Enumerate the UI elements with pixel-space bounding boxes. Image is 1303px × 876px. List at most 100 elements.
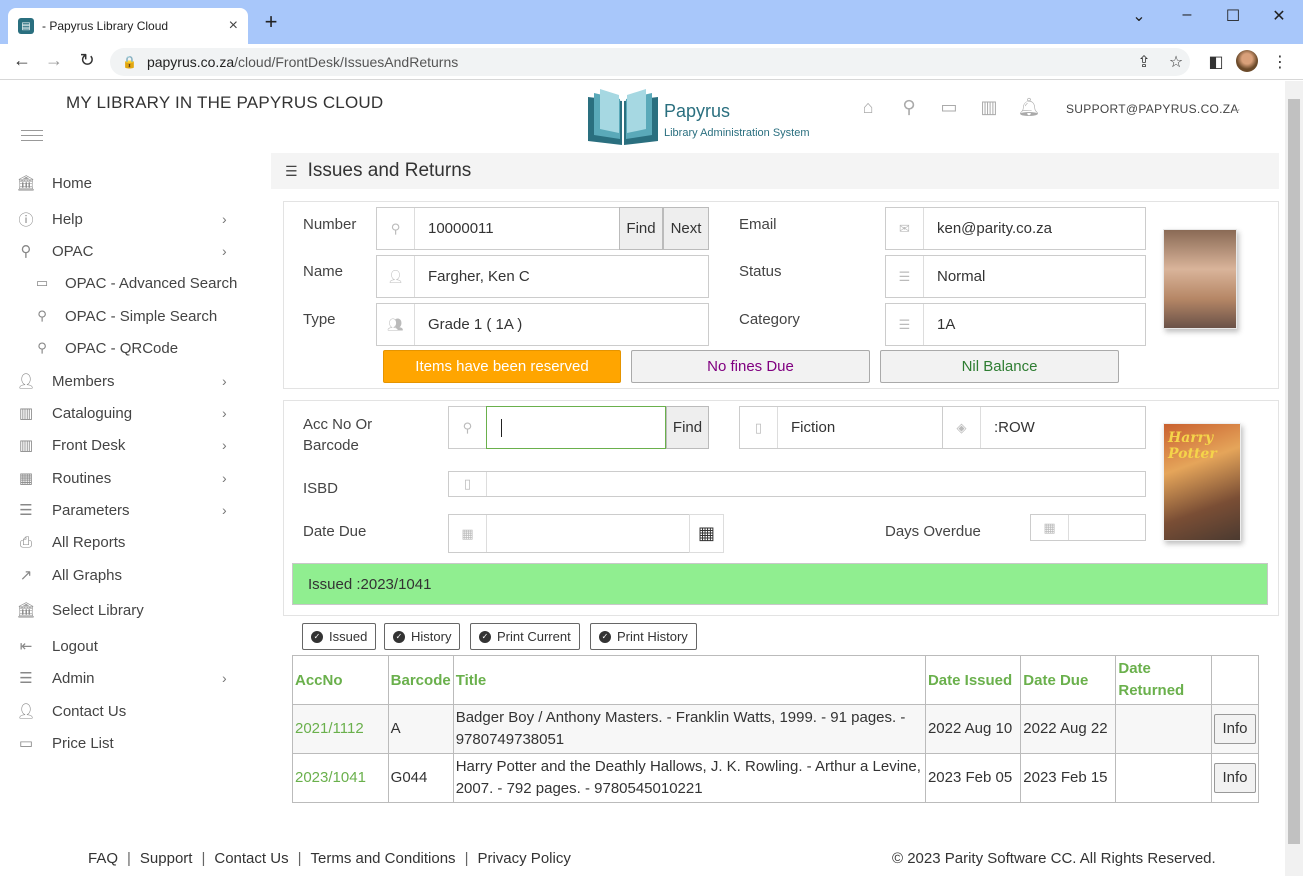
find-item-button[interactable]: Find xyxy=(666,406,709,449)
close-tab-icon[interactable]: × xyxy=(229,17,238,35)
info-button[interactable]: Info xyxy=(1213,714,1256,744)
forward-button[interactable]: → xyxy=(42,50,66,71)
calendar-picker-button[interactable]: ▦ xyxy=(689,514,724,553)
sidebar-item-all-reports[interactable]: ⎙ All Reports xyxy=(0,529,250,555)
isbd-field[interactable]: ▯ xyxy=(448,471,1146,497)
fines-status-button[interactable]: No fines Due xyxy=(631,350,870,383)
footer-link-privacy[interactable]: Privacy Policy xyxy=(477,850,570,867)
sidebar-item-members[interactable]: 👤︎ Members › xyxy=(0,368,250,394)
member-number-field[interactable]: ⚲ 10000011 xyxy=(376,207,620,250)
sidebar-item-opac-simple-search[interactable]: ⚲ OPAC - Simple Search xyxy=(32,303,250,329)
sidebar-item-help[interactable]: ⓘ Help › xyxy=(0,206,250,232)
sidebar-item-parameters[interactable]: ☰ Parameters › xyxy=(0,497,250,523)
reserved-items-button[interactable]: Items have been reserved xyxy=(383,350,621,383)
loans-table: AccNo Barcode Title Date Issued Date Due… xyxy=(292,655,1260,803)
bell-icon[interactable]: 🔔︎ xyxy=(1017,97,1041,118)
print-history-button[interactable]: ✓ Print History xyxy=(590,623,697,650)
issued-filter-button[interactable]: ✓ Issued xyxy=(302,623,377,650)
sidebar-item-opac-advanced-search[interactable]: ▭ OPAC - Advanced Search xyxy=(32,270,250,296)
separator: | xyxy=(297,850,302,867)
column-header-date-returned[interactable]: Date Returned xyxy=(1115,655,1212,705)
star-icon[interactable]: ☆ xyxy=(1166,52,1186,72)
sidebar-item-logout[interactable]: ⇤ Logout xyxy=(0,633,250,659)
sidebar-item-opac[interactable]: ⚲ OPAC › xyxy=(0,238,250,264)
member-status-field[interactable]: ☰ Normal xyxy=(885,255,1146,298)
url-path: /cloud/FrontDesk/IssuesAndReturns xyxy=(234,54,459,70)
check-circle-icon: ✓ xyxy=(599,630,611,643)
separator: | xyxy=(127,850,131,867)
calendar-icon: ▦ xyxy=(449,515,487,552)
separator: | xyxy=(201,850,206,867)
search-icon[interactable]: ⚲ xyxy=(897,97,921,118)
date-due-label: Date Due xyxy=(303,523,367,540)
sidebar-item-label: Cataloguing xyxy=(52,404,133,422)
footer-link-terms[interactable]: Terms and Conditions xyxy=(310,850,455,867)
sidebar-item-admin[interactable]: ☰ Admin › xyxy=(0,665,250,691)
page-scrollbar[interactable] xyxy=(1285,81,1303,876)
close-window-button[interactable]: ✕ xyxy=(1264,6,1294,26)
sidebar-item-cataloguing[interactable]: ▥ Cataloguing › xyxy=(0,400,250,426)
sidebar-item-front-desk[interactable]: ▥ Front Desk › xyxy=(0,432,250,458)
section-field[interactable]: ▯ Fiction xyxy=(739,406,943,449)
chevron-down-icon[interactable]: ⌄ xyxy=(1124,6,1154,26)
member-name-field[interactable]: 👤︎ Fargher, Ken C xyxy=(376,255,709,298)
days-overdue-field[interactable]: ▦ xyxy=(1030,514,1146,541)
menu-icon[interactable]: ⋮ xyxy=(1270,52,1290,72)
sidebar-item-label: Contact Us xyxy=(52,702,127,720)
cell-accno[interactable]: 2021/1112 xyxy=(292,704,389,754)
sidebar-item-contact-us[interactable]: 👤︎ Contact Us xyxy=(0,698,250,724)
monitor-icon: ▭ xyxy=(35,275,49,290)
column-header-date-issued[interactable]: Date Issued xyxy=(924,655,1022,705)
column-header-title[interactable]: Title xyxy=(452,655,926,705)
history-filter-button[interactable]: ✓ History xyxy=(384,623,461,650)
member-type-field[interactable]: 👥︎ Grade 1 ( 1A ) xyxy=(376,303,709,346)
catalogue-icon[interactable]: ▥ xyxy=(977,97,1001,118)
sidebar-item-home[interactable]: 🏛︎ Home xyxy=(0,170,250,196)
member-category-field[interactable]: ☰ 1A xyxy=(885,303,1146,346)
info-button[interactable]: Info xyxy=(1213,763,1256,793)
sidebar-item-routines[interactable]: ▦ Routines › xyxy=(0,465,250,491)
acc-no-field[interactable]: ⚲ xyxy=(448,406,667,449)
side-panel-icon[interactable]: ◧ xyxy=(1206,52,1226,72)
column-header-barcode[interactable]: Barcode xyxy=(387,655,454,705)
cell-accno[interactable]: 2023/1041 xyxy=(292,753,389,803)
footer-link-support[interactable]: Support xyxy=(140,850,193,867)
minimize-button[interactable]: – xyxy=(1172,6,1202,24)
url-field[interactable]: 🔒 papyrus.co.za/cloud/FrontDesk/IssuesAn… xyxy=(110,48,1190,76)
home-icon[interactable]: ⌂ xyxy=(856,97,880,118)
sidebar-item-all-graphs[interactable]: ↗ All Graphs xyxy=(0,562,250,588)
chevron-down-icon[interactable]: ⌄ xyxy=(1232,101,1242,115)
hamburger-menu-icon[interactable] xyxy=(21,130,43,145)
acc-no-input[interactable] xyxy=(485,406,666,449)
sidebar-item-opac-qrcode[interactable]: ⚲ OPAC - QRCode xyxy=(32,335,250,361)
search-icon: ⚲ xyxy=(449,407,487,448)
logo-subtitle: Library Administration System xyxy=(664,127,810,139)
footer-link-faq[interactable]: FAQ xyxy=(88,850,118,867)
reload-button[interactable]: ↻ xyxy=(75,50,99,71)
return-icon[interactable]: ▭ xyxy=(937,97,961,118)
new-tab-button[interactable]: + xyxy=(260,11,282,34)
print-current-button[interactable]: ✓ Print Current xyxy=(470,623,580,650)
scrollbar-thumb[interactable] xyxy=(1288,99,1300,844)
check-circle-icon: ✓ xyxy=(393,630,405,643)
column-header-accno[interactable]: AccNo xyxy=(292,655,389,705)
user-email[interactable]: SUPPORT@PAPYRUS.CO.ZA xyxy=(1066,102,1239,116)
sidebar-item-price-list[interactable]: ▭ Price List xyxy=(0,730,250,756)
browser-tab[interactable]: ▤ - Papyrus Library Cloud × xyxy=(8,8,248,44)
date-due-field[interactable]: ▦ xyxy=(448,514,690,553)
sidebar-item-label: OPAC - Advanced Search xyxy=(65,274,238,292)
balance-status-button[interactable]: Nil Balance xyxy=(880,350,1119,383)
location-field[interactable]: ◈ :ROW xyxy=(942,406,1146,449)
share-icon[interactable]: ⇪ xyxy=(1134,52,1154,72)
bank-icon: 🏛︎ xyxy=(16,602,36,619)
profile-avatar[interactable] xyxy=(1236,50,1258,72)
column-header-date-due[interactable]: Date Due xyxy=(1020,655,1117,705)
find-member-button[interactable]: Find xyxy=(619,207,663,250)
sidebar-item-select-library[interactable]: 🏛︎ Select Library xyxy=(0,597,250,623)
footer-link-contact-us[interactable]: Contact Us xyxy=(214,850,288,867)
section-value: Fiction xyxy=(791,419,836,436)
maximize-button[interactable]: ☐ xyxy=(1218,6,1248,26)
member-email-field[interactable]: ✉ ken@parity.co.za xyxy=(885,207,1146,250)
back-button[interactable]: ← xyxy=(10,50,34,71)
next-member-button[interactable]: Next xyxy=(663,207,709,250)
